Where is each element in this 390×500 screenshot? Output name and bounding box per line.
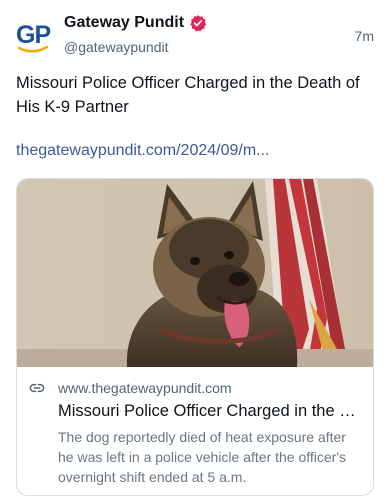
- link-icon: [29, 383, 45, 393]
- author-display-name[interactable]: Gateway Pundit: [64, 12, 184, 34]
- card-domain: www.thegatewaypundit.com: [58, 380, 232, 396]
- dog-photo-image[interactable]: [17, 179, 374, 367]
- post-link[interactable]: thegatewaypundit.com/2024/09/m...: [16, 140, 270, 162]
- author-handle[interactable]: @gatewaypundit: [64, 37, 169, 57]
- verified-badge-icon: [190, 15, 207, 32]
- link-preview-card[interactable]: www.thegatewaypundit.com Missouri Police…: [16, 178, 374, 496]
- avatar-swoosh-icon: [18, 46, 48, 53]
- card-meta[interactable]: www.thegatewaypundit.com Missouri Police…: [17, 367, 373, 495]
- post-text: Missouri Police Officer Charged in the D…: [16, 74, 360, 116]
- post-header: GP Gateway Pundit @gatewaypundit 7m: [0, 0, 390, 70]
- card-description: The dog reportedly died of heat exposure…: [58, 429, 347, 485]
- post-timestamp[interactable]: 7m: [355, 26, 374, 46]
- avatar[interactable]: GP: [14, 20, 54, 54]
- author-name-row[interactable]: Gateway Pundit: [64, 12, 207, 34]
- card-title[interactable]: Missouri Police Officer Charged in the D…: [58, 400, 363, 423]
